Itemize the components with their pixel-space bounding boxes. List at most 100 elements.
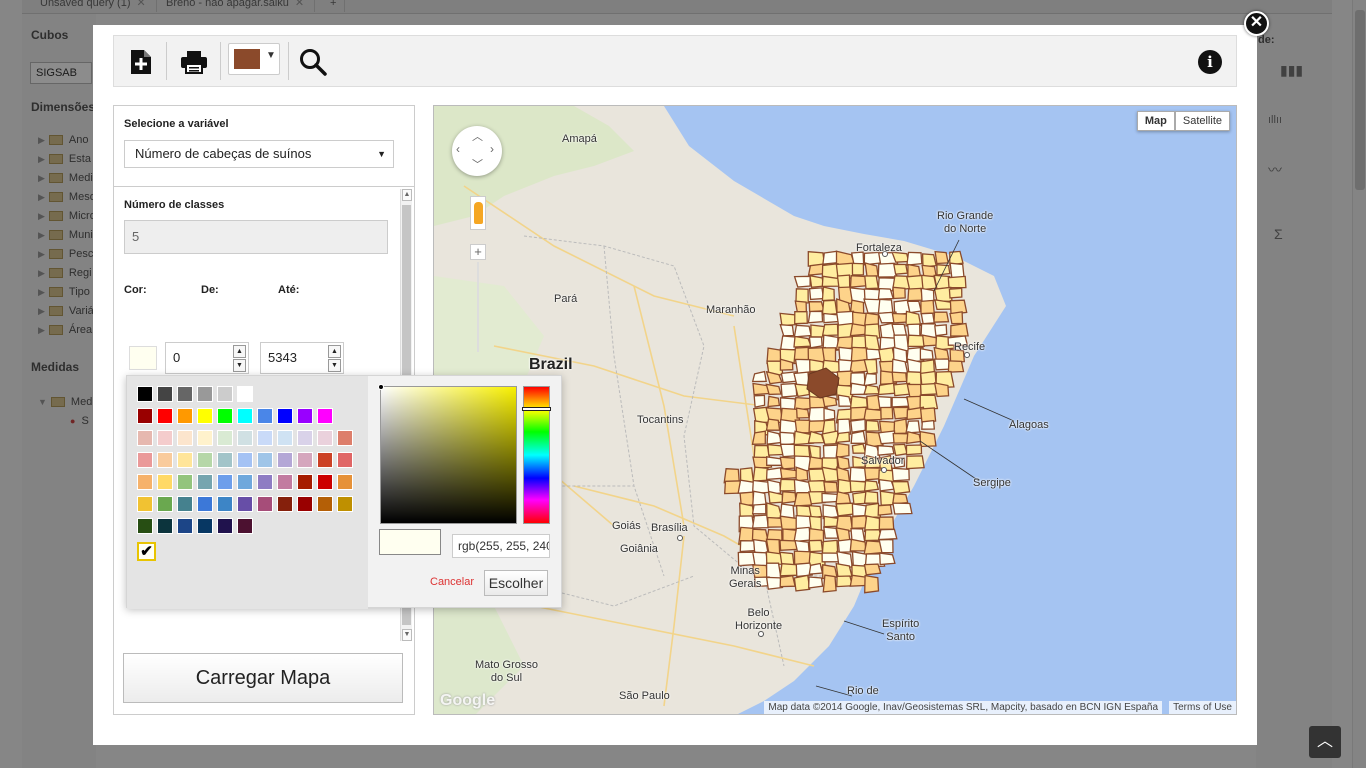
spin-down-icon[interactable]: ▼: [328, 359, 341, 372]
municipality-polygon[interactable]: [779, 431, 796, 446]
variable-select[interactable]: Número de cabeças de suínos ▼: [124, 140, 394, 168]
municipality-polygon[interactable]: [877, 504, 893, 516]
municipality-polygon[interactable]: [905, 455, 925, 470]
palette-swatch[interactable]: [137, 430, 153, 446]
municipality-polygon[interactable]: [837, 394, 853, 407]
municipality-polygon[interactable]: [751, 430, 766, 445]
palette-swatch[interactable]: [197, 408, 213, 424]
pan-left-icon[interactable]: ‹: [456, 142, 460, 156]
municipality-polygon[interactable]: [864, 574, 880, 594]
municipality-polygon[interactable]: [808, 576, 824, 589]
municipality-polygon[interactable]: [793, 324, 812, 338]
municipality-polygon[interactable]: [905, 444, 923, 456]
zoom-slider[interactable]: [477, 262, 479, 352]
municipality-polygon[interactable]: [864, 275, 880, 290]
municipality-polygon[interactable]: [948, 287, 963, 299]
palette-swatch[interactable]: [177, 408, 193, 424]
municipality-polygon[interactable]: [823, 312, 840, 324]
municipality-polygon[interactable]: [863, 490, 879, 504]
palette-swatch[interactable]: [237, 496, 253, 512]
municipality-polygon[interactable]: [878, 538, 894, 554]
palette-swatch[interactable]: [177, 474, 193, 490]
municipality-polygon[interactable]: [906, 383, 922, 399]
palette-swatch[interactable]: [217, 386, 233, 402]
municipality-polygon[interactable]: [906, 300, 922, 314]
sv-cursor[interactable]: [378, 384, 384, 390]
municipality-polygon[interactable]: [795, 407, 810, 419]
checkmark-icon[interactable]: ✔: [137, 542, 156, 561]
municipality-polygon[interactable]: [780, 382, 798, 398]
palette-swatch[interactable]: [177, 496, 193, 512]
hue-slider[interactable]: [522, 386, 551, 524]
palette-swatch[interactable]: [257, 452, 273, 468]
hue-marker[interactable]: [522, 407, 551, 411]
municipality-polygon[interactable]: [863, 479, 880, 492]
info-icon[interactable]: i: [1198, 50, 1222, 74]
palette-swatch[interactable]: [217, 518, 233, 534]
spin-down-icon[interactable]: ▼: [233, 359, 246, 372]
municipality-polygon[interactable]: [793, 335, 812, 348]
palette-swatch[interactable]: [277, 496, 293, 512]
municipality-polygon[interactable]: [877, 382, 897, 396]
municipality-polygon[interactable]: [781, 490, 797, 504]
fill-color-dropdown[interactable]: ▼: [228, 43, 280, 75]
palette-swatch[interactable]: [177, 386, 193, 402]
municipality-polygon[interactable]: [779, 563, 799, 577]
pan-control[interactable]: ︿ ﹀ ‹ ›: [452, 126, 502, 176]
palette-swatch[interactable]: [317, 474, 333, 490]
class-from-input[interactable]: 0 ▲ ▼: [165, 342, 249, 374]
municipality-polygon[interactable]: [879, 552, 896, 566]
palette-swatch[interactable]: [237, 474, 253, 490]
map-type-map-button[interactable]: Map: [1136, 111, 1175, 131]
choose-button[interactable]: Escolher: [484, 570, 548, 596]
municipality-polygon[interactable]: [809, 274, 825, 289]
palette-swatch[interactable]: [337, 496, 353, 512]
palette-swatch[interactable]: [297, 496, 313, 512]
palette-swatch[interactable]: [157, 452, 173, 468]
palette-swatch[interactable]: [177, 518, 193, 534]
municipality-polygon[interactable]: [892, 406, 910, 420]
palette-swatch[interactable]: [277, 430, 293, 446]
municipality-polygon[interactable]: [808, 562, 824, 575]
palette-swatch[interactable]: [217, 452, 233, 468]
municipality-polygon[interactable]: [936, 263, 951, 276]
palette-swatch[interactable]: [237, 430, 253, 446]
palette-swatch[interactable]: [237, 518, 253, 534]
palette-swatch[interactable]: [197, 386, 213, 402]
municipality-polygon[interactable]: [892, 286, 906, 300]
palette-swatch[interactable]: [257, 496, 273, 512]
palette-swatch[interactable]: [337, 474, 353, 490]
municipality-polygon[interactable]: [891, 467, 910, 482]
municipality-polygon[interactable]: [878, 516, 895, 530]
spin-up-icon[interactable]: ▲: [328, 345, 341, 358]
municipality-polygon[interactable]: [880, 406, 894, 420]
municipality-polygon[interactable]: [837, 538, 853, 553]
class-to-input[interactable]: 5343 ▲ ▼: [260, 342, 344, 374]
close-icon[interactable]: ✕: [1244, 11, 1269, 36]
palette-swatch[interactable]: [317, 452, 333, 468]
municipality-polygon[interactable]: [947, 275, 967, 289]
palette-swatch[interactable]: [337, 452, 353, 468]
municipality-polygon[interactable]: [907, 334, 925, 348]
municipality-polygon[interactable]: [821, 286, 835, 302]
municipality-polygon[interactable]: [891, 480, 911, 495]
municipality-polygon[interactable]: [863, 384, 880, 395]
palette-swatch[interactable]: [297, 430, 313, 446]
municipality-polygon[interactable]: [836, 274, 851, 290]
municipality-polygon[interactable]: [767, 395, 781, 408]
municipality-polygon[interactable]: [822, 250, 839, 265]
municipality-polygon[interactable]: [765, 418, 781, 431]
municipality-polygon[interactable]: [949, 311, 964, 325]
municipality-polygon[interactable]: [891, 371, 908, 383]
municipality-polygon[interactable]: [920, 287, 935, 303]
municipality-polygon[interactable]: [793, 275, 811, 288]
palette-swatch[interactable]: [317, 408, 333, 424]
municipality-polygon[interactable]: [794, 311, 808, 325]
municipality-polygon[interactable]: [920, 299, 935, 315]
municipality-polygon[interactable]: [919, 347, 934, 361]
municipality-polygon[interactable]: [823, 481, 839, 493]
palette-swatch[interactable]: [217, 430, 233, 446]
municipality-polygon[interactable]: [821, 539, 839, 556]
palette-swatch[interactable]: [197, 430, 213, 446]
load-map-button[interactable]: Carregar Mapa: [123, 653, 403, 703]
